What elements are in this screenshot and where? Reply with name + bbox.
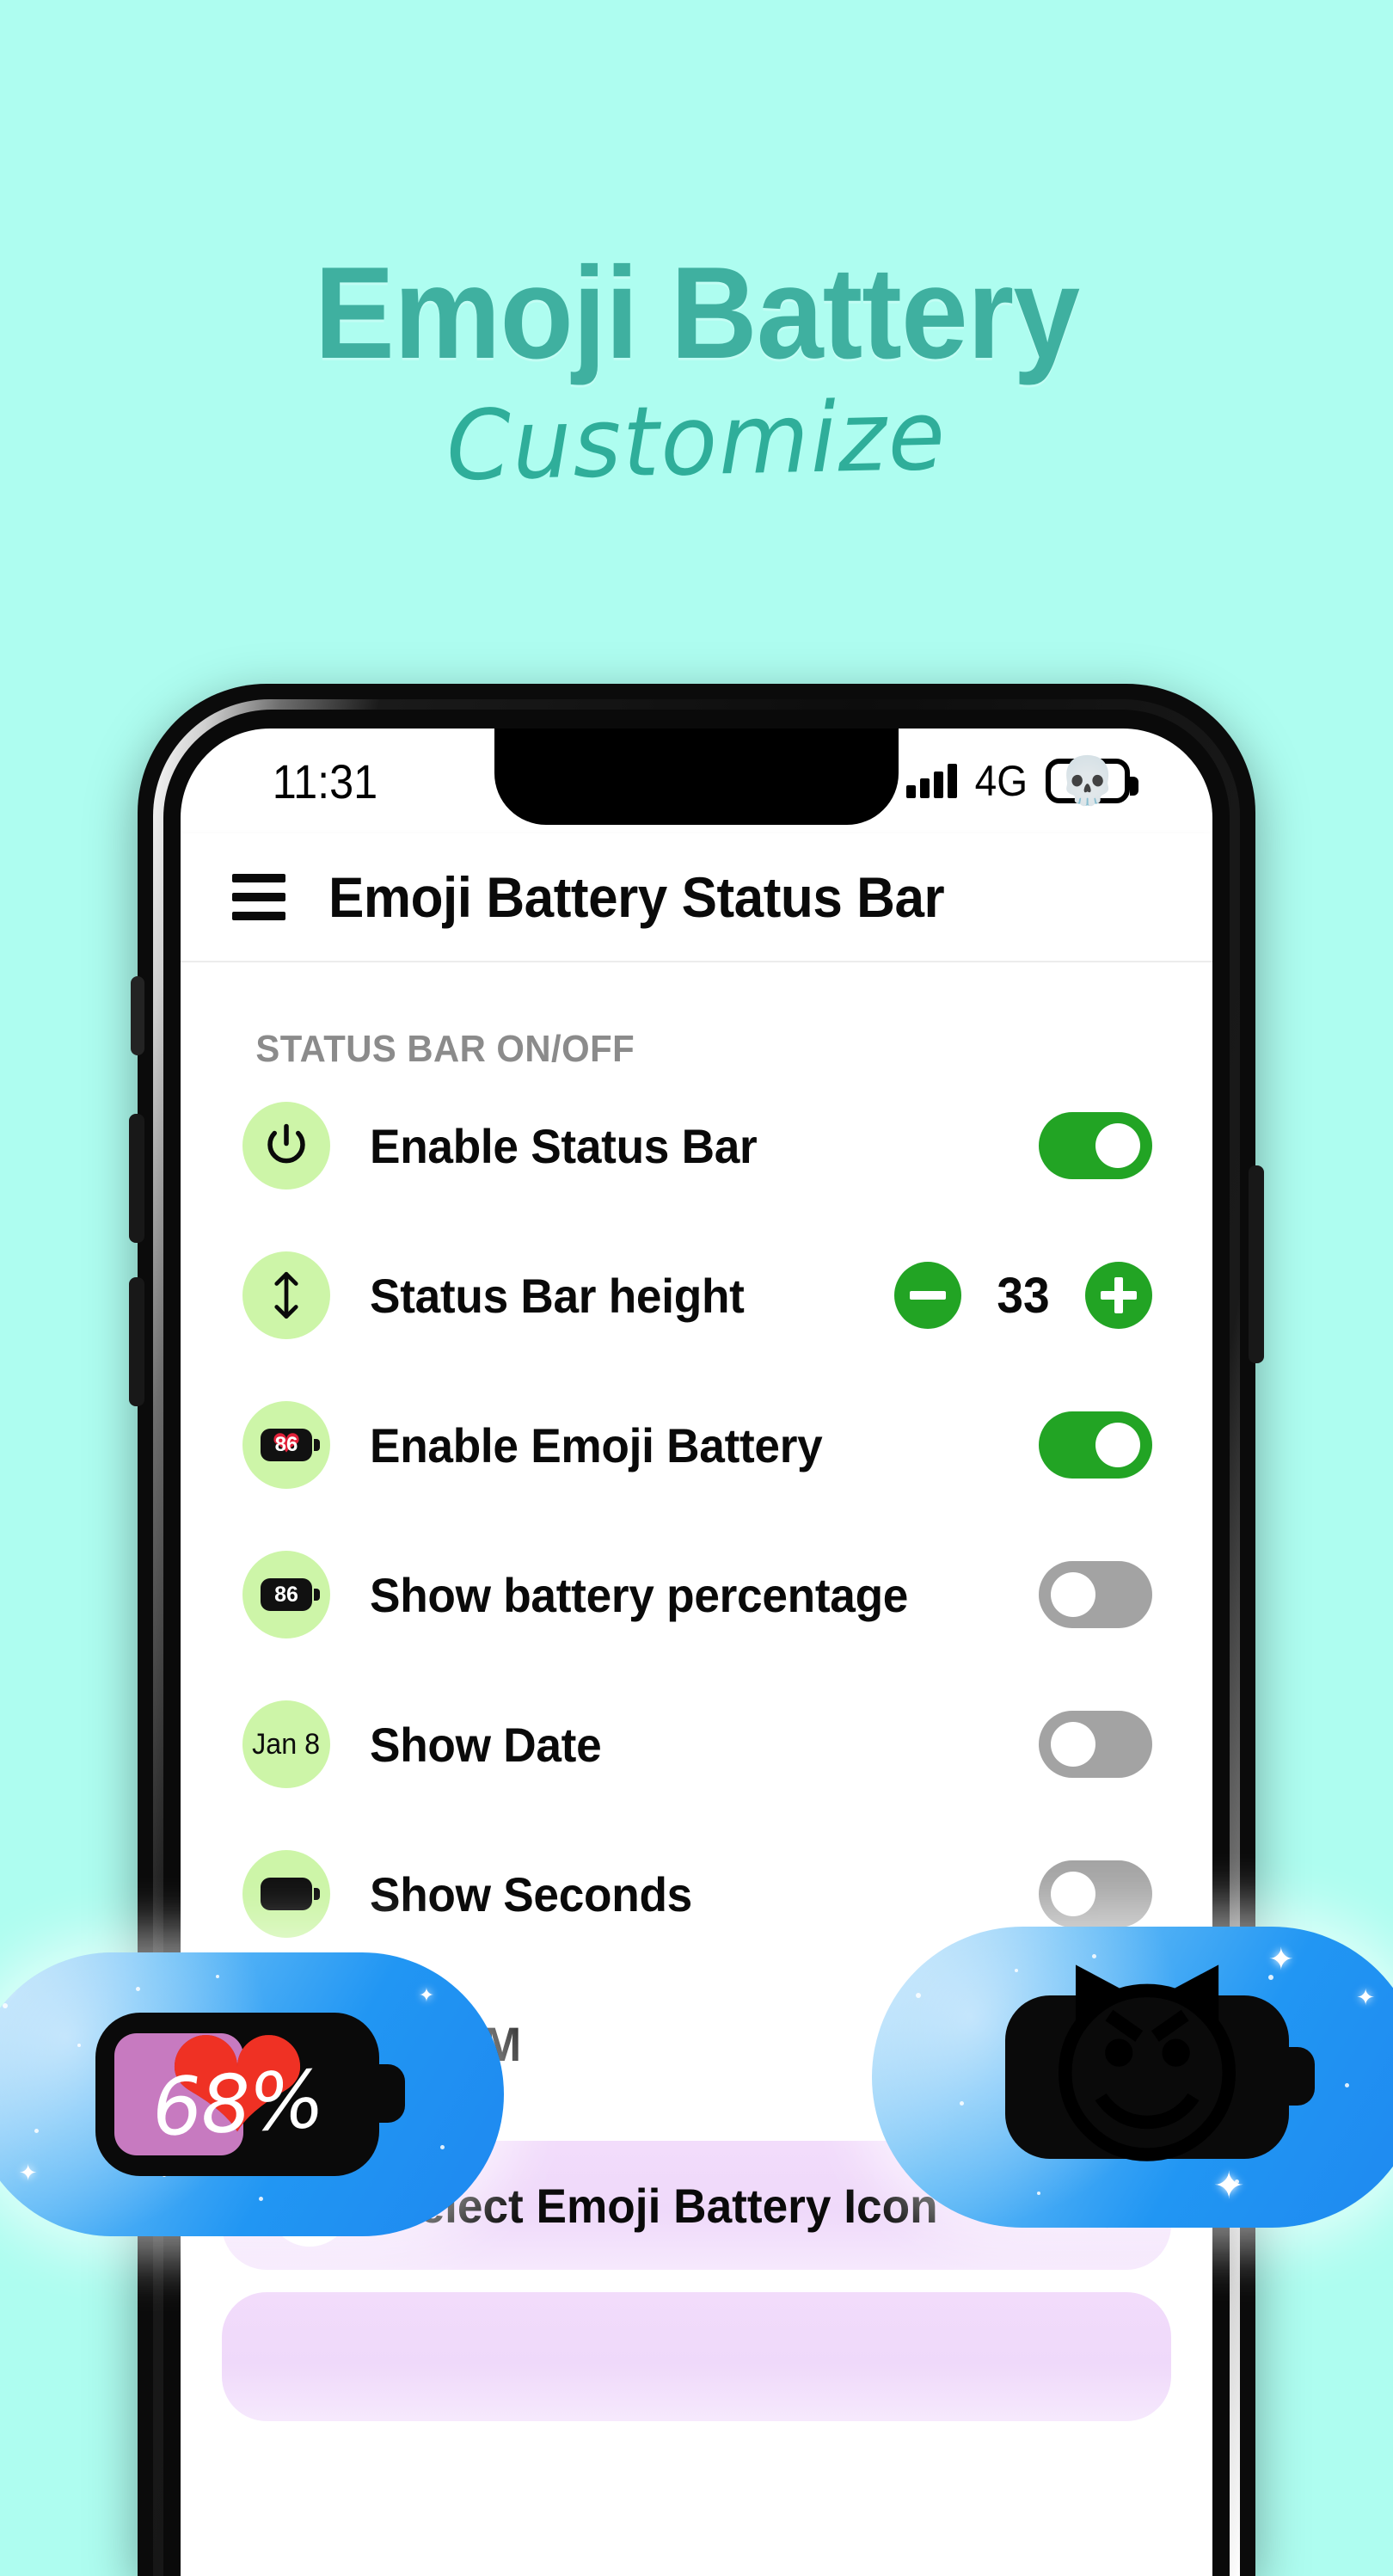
skull-emoji-icon: 💀 [1059, 753, 1117, 808]
phone-power-button[interactable] [1249, 1165, 1264, 1363]
toggle-show-battery-percentage[interactable] [1039, 1561, 1152, 1628]
status-bar-indicators: 4G 💀 [906, 753, 1138, 808]
phone-volume-down-button[interactable] [129, 1277, 144, 1406]
settings-row-label: Show Seconds [370, 1866, 692, 1921]
power-icon [242, 1102, 330, 1190]
promo-title: Emoji Battery [314, 240, 1079, 386]
status-bar-height-value: 33 [997, 1267, 1050, 1324]
hamburger-menu-icon[interactable] [232, 874, 285, 920]
date-chip-icon: Jan 8 [242, 1700, 330, 1788]
battery-chip: ❤ 86 [261, 1427, 320, 1461]
phone-screen: 11:31 4G 💀 Emoji Battery Status Bar STAT… [181, 729, 1212, 2576]
decrement-button[interactable] [894, 1262, 961, 1329]
settings-row-enable-emoji-battery[interactable]: ❤ 86 Enable Emoji Battery [181, 1370, 1212, 1520]
seconds-chip-icon [242, 1850, 330, 1938]
toggle-enable-status-bar[interactable] [1039, 1112, 1152, 1179]
devil-emoji-icon: 😈 [1041, 1959, 1253, 2195]
settings-row-show-date[interactable]: Jan 8 Show Date [181, 1669, 1212, 1819]
status-bar-height-stepper: 33 [894, 1262, 1152, 1329]
battery-shell: 😈 [1005, 1977, 1315, 2179]
settings-row-label: Show battery percentage [370, 1567, 909, 1622]
date-chip-value: Jan 8 [252, 1727, 321, 1761]
settings-row-status-bar-height[interactable]: Status Bar height 33 [181, 1220, 1212, 1370]
phone-mute-switch[interactable] [131, 976, 144, 1055]
settings-row-label: Enable Emoji Battery [370, 1417, 823, 1472]
page-title: Emoji Battery Status Bar [328, 865, 945, 929]
heart-battery-chip-icon: ❤ 86 [242, 1401, 330, 1489]
status-bar-clock: 11:31 [272, 753, 378, 808]
devil-emoji-battery-preview: ✦ ✦ ✦ 😈 [872, 1927, 1393, 2228]
toggle-show-date[interactable] [1039, 1711, 1152, 1778]
settings-row-enable-status-bar[interactable]: Enable Status Bar [181, 1071, 1212, 1220]
height-arrows-icon [242, 1251, 330, 1339]
battery-percent-label: 68% [150, 2053, 325, 2155]
battery-chip-value: 86 [274, 1582, 298, 1607]
battery-outline-icon: 💀 [1046, 753, 1138, 808]
settings-row-show-battery-percentage[interactable]: 86 Show battery percentage [181, 1520, 1212, 1669]
phone-mockup: 11:31 4G 💀 Emoji Battery Status Bar STAT… [129, 684, 1264, 2576]
settings-row-label: Status Bar height [370, 1268, 745, 1323]
battery-chip [261, 1878, 320, 1910]
settings-row-label: Enable Status Bar [370, 1118, 758, 1173]
section-header-status-bar-onoff: STATUS BAR ON/OFF [255, 1028, 635, 1070]
toggle-show-seconds[interactable] [1039, 1860, 1152, 1927]
promo-subtitle: Customize [445, 379, 948, 503]
phone-volume-up-button[interactable] [129, 1114, 144, 1243]
heart-battery-preview: ✦ ✦ ✦ ❤ 68% [0, 1952, 504, 2236]
phone-notch [494, 729, 899, 825]
battery-chip: 86 [261, 1578, 320, 1611]
battery-percent-chip-icon: 86 [242, 1551, 330, 1638]
signal-bars-icon [906, 764, 958, 798]
battery-chip-value: 86 [274, 1433, 298, 1456]
device-status-bar: 11:31 4G 💀 [181, 729, 1212, 833]
battery-shell: ❤ 68% [95, 2001, 405, 2176]
status-bar-network-label: 4G [974, 757, 1028, 805]
settings-row-label: Show Date [370, 1717, 602, 1772]
increment-button[interactable] [1085, 1262, 1152, 1329]
toggle-enable-emoji-battery[interactable] [1039, 1411, 1152, 1479]
app-bar: Emoji Battery Status Bar [181, 833, 1212, 962]
promo-header: Emoji Battery Customize [0, 0, 1393, 568]
card-secondary[interactable] [222, 2292, 1171, 2421]
